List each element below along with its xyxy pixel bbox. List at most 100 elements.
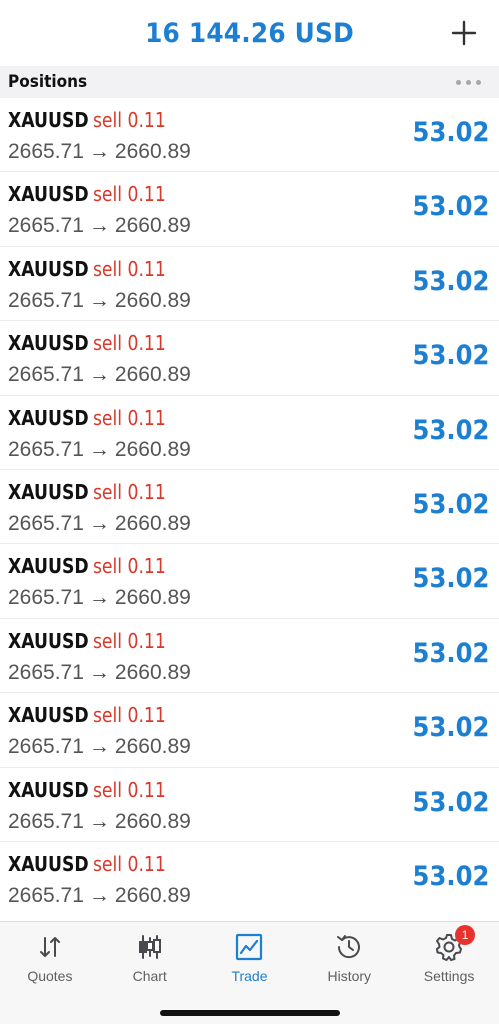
- tab-chart[interactable]: Chart: [100, 922, 200, 996]
- arrow-right-icon: →: [88, 586, 110, 610]
- plus-icon[interactable]: [451, 20, 477, 46]
- current-price: 2660.89: [114, 735, 191, 759]
- position-symbol: XAUUSD: [8, 331, 89, 356]
- open-price: 2665.71: [8, 363, 84, 387]
- position-symbol: XAUUSD: [8, 108, 89, 132]
- tab-trade[interactable]: Trade: [200, 922, 300, 996]
- arrow-right-icon: →: [88, 809, 110, 833]
- position-volume: 0.11: [127, 851, 166, 876]
- header-bar: 16 144.26 USD: [0, 0, 499, 66]
- tab-quotes[interactable]: Quotes: [0, 922, 100, 996]
- position-profit: 53.02: [412, 860, 489, 892]
- position-volume: 0.11: [127, 777, 166, 802]
- position-side: sell: [92, 628, 123, 653]
- position-row[interactable]: XAUUSD sell 0.11 2665.71 → 2660.89 53.02: [0, 768, 499, 842]
- position-symbol: XAUUSD: [8, 256, 89, 281]
- position-side: sell: [92, 331, 123, 356]
- open-price: 2665.71: [8, 660, 84, 684]
- position-symbol: XAUUSD: [8, 703, 89, 728]
- current-price: 2660.89: [114, 437, 191, 461]
- current-price: 2660.89: [114, 214, 191, 238]
- arrow-right-icon: →: [88, 214, 110, 238]
- position-volume: 0.11: [127, 628, 166, 653]
- position-symbol: XAUUSD: [8, 479, 89, 504]
- position-volume: 0.11: [127, 479, 166, 504]
- position-row[interactable]: XAUUSD sell 0.11 2665.71 → 2660.89 53.02: [0, 321, 499, 396]
- open-price: 2665.71: [8, 586, 84, 610]
- open-price: 2665.71: [8, 735, 84, 759]
- settings-icon-wrap: 1: [434, 925, 476, 962]
- position-profit: 53.02: [412, 637, 489, 669]
- position-row[interactable]: XAUUSD sell 0.11 2665.71 → 2660.89 53.02: [0, 619, 499, 694]
- position-row[interactable]: XAUUSD sell 0.11 2665.71 → 2660.89 53.02: [0, 172, 499, 247]
- bottom-tab-bar: Quotes Chart Trade History 1 Settings: [0, 921, 499, 1024]
- tab-label: Settings: [423, 968, 475, 984]
- tab-history[interactable]: History: [299, 922, 399, 996]
- position-symbol: XAUUSD: [8, 554, 89, 579]
- position-symbol: XAUUSD: [8, 851, 89, 876]
- position-row[interactable]: XAUUSD sell 0.11 2665.71 → 2660.89 53.02: [0, 247, 499, 322]
- arrow-right-icon: →: [88, 735, 110, 759]
- position-profit: 53.02: [412, 488, 489, 520]
- quotes-arrows-icon: [39, 937, 60, 957]
- position-symbol: XAUUSD: [8, 182, 89, 207]
- position-profit: 53.02: [412, 414, 489, 446]
- position-symbol: XAUUSD: [8, 777, 89, 802]
- position-profit: 53.02: [412, 340, 489, 372]
- position-side: sell: [92, 554, 123, 579]
- position-side: sell: [92, 182, 123, 207]
- position-row[interactable]: XAUUSD sell 0.11 2665.71 → 2660.89 53.02: [0, 396, 499, 470]
- candlestick-chart-icon: [138, 935, 161, 959]
- position-volume: 0.11: [127, 554, 166, 579]
- arrow-right-icon: →: [88, 437, 110, 461]
- current-price: 2660.89: [114, 586, 191, 610]
- position-row[interactable]: XAUUSD sell 0.11 2665.71 → 2660.89 53.02: [0, 544, 499, 619]
- arrow-right-icon: →: [88, 511, 110, 535]
- position-volume: 0.11: [127, 405, 166, 430]
- current-price: 2660.89: [114, 883, 191, 907]
- open-price: 2665.71: [8, 288, 84, 312]
- position-side: sell: [92, 479, 123, 504]
- current-price: 2660.89: [114, 363, 191, 387]
- open-price: 2665.71: [8, 437, 84, 461]
- position-volume: 0.11: [127, 182, 166, 207]
- current-price: 2660.89: [114, 288, 191, 312]
- open-price: 2665.71: [8, 214, 84, 238]
- arrow-right-icon: →: [88, 140, 110, 163]
- positions-list: XAUUSD sell 0.11 2665.71 → 2660.89 53.02 XA…: [0, 98, 499, 916]
- arrow-right-icon: →: [88, 288, 110, 312]
- tab-settings[interactable]: 1 Settings: [399, 922, 499, 996]
- position-symbol: XAUUSD: [8, 628, 89, 653]
- position-volume: 0.11: [127, 256, 166, 281]
- notification-badge: 1: [455, 925, 476, 945]
- position-volume: 0.11: [127, 108, 166, 132]
- section-title: Positions: [8, 72, 88, 92]
- current-price: 2660.89: [114, 511, 191, 535]
- position-side: sell: [92, 851, 123, 876]
- account-balance: 16 144.26 USD: [145, 17, 354, 49]
- position-volume: 0.11: [127, 703, 166, 728]
- position-volume: 0.11: [127, 331, 166, 356]
- position-profit: 53.02: [412, 265, 489, 297]
- more-horizontal-icon[interactable]: [452, 76, 485, 89]
- position-profit: 53.02: [412, 563, 489, 595]
- trade-chart-icon: [236, 933, 263, 961]
- history-clock-icon: [337, 935, 361, 959]
- position-row[interactable]: XAUUSD sell 0.11 2665.71 → 2660.89 53.02: [0, 842, 499, 916]
- open-price: 2665.71: [8, 809, 84, 833]
- position-row[interactable]: XAUUSD sell 0.11 2665.71 → 2660.89 53.02: [0, 98, 499, 173]
- position-side: sell: [92, 256, 123, 281]
- tab-label: Trade: [231, 968, 268, 984]
- position-side: sell: [92, 405, 123, 430]
- open-price: 2665.71: [8, 140, 84, 163]
- position-row[interactable]: XAUUSD sell 0.11 2665.71 → 2660.89 53.02: [0, 470, 499, 545]
- open-price: 2665.71: [8, 511, 84, 535]
- position-profit: 53.02: [412, 786, 489, 818]
- position-symbol: XAUUSD: [8, 405, 89, 430]
- current-price: 2660.89: [114, 140, 191, 163]
- current-price: 2660.89: [114, 660, 191, 684]
- position-side: sell: [92, 108, 123, 132]
- home-indicator[interactable]: [160, 1010, 340, 1016]
- tab-label: Chart: [132, 968, 167, 984]
- position-row[interactable]: XAUUSD sell 0.11 2665.71 → 2660.89 53.02: [0, 693, 499, 768]
